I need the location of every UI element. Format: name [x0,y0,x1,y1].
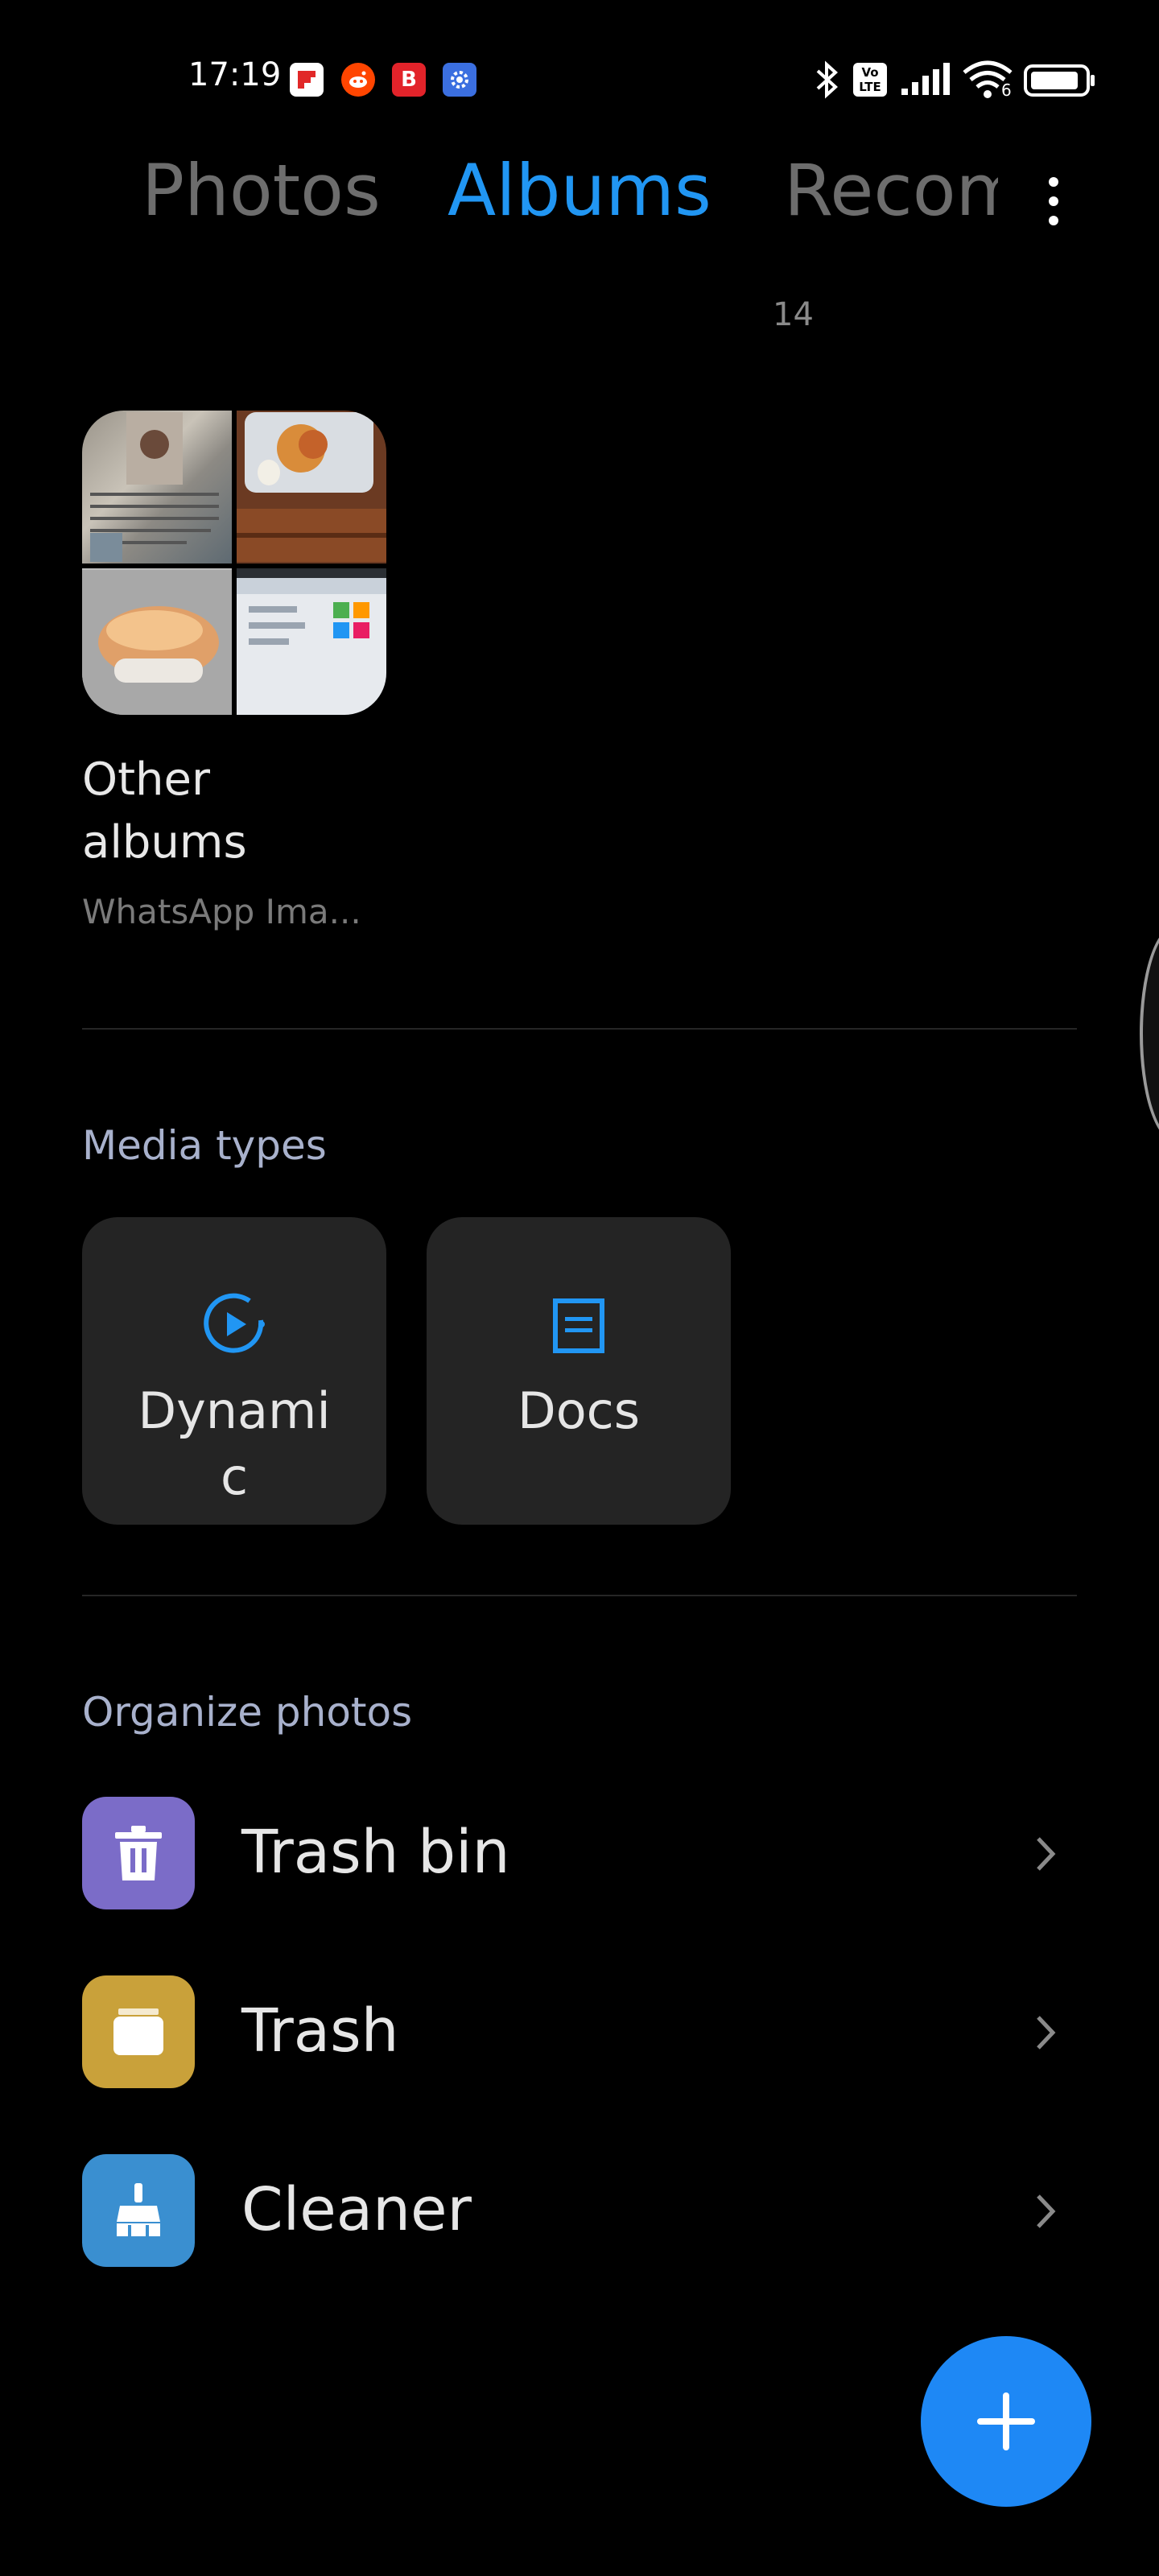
organize-item-label: Trash bin [241,1818,510,1887]
media-types-header: Media types [82,1122,327,1169]
organize-item-label: Cleaner [241,2175,472,2244]
divider [82,1028,1077,1030]
media-card-label: Docs [517,1381,641,1440]
thumbnail-document-photo [82,411,232,564]
organize-photos-header: Organize photos [82,1689,413,1736]
chevron-right-icon [1030,2191,1062,2231]
album-thumbnail-other-albums[interactable] [82,411,386,715]
divider [82,1595,1077,1596]
bluetooth-icon [808,60,845,103]
tab-albums[interactable]: Albums [448,147,711,235]
play-circle-icon [200,1290,269,1362]
reddit-icon [341,63,375,97]
organize-item-trash-bin[interactable]: Trash bin [82,1797,1077,1909]
document-icon [549,1296,608,1359]
media-card-docs[interactable]: Docs [427,1217,731,1525]
more-options-icon[interactable] [1041,169,1066,233]
wifi-icon: 6 [961,60,1014,103]
sidebar-edge-handle[interactable] [1140,926,1159,1141]
plus-icon [977,2392,1035,2450]
trash-bin-icon [82,1797,195,1909]
album-count: 14 [773,296,814,333]
add-album-button[interactable] [921,2336,1091,2507]
signal-icon [900,61,950,100]
media-card-dynamic[interactable]: Dynami c [82,1217,386,1525]
organize-item-label: Trash [241,1996,399,2066]
thumbnail-bread-photo [82,568,232,715]
tab-photos[interactable]: Photos [142,147,381,235]
battery-icon [1024,64,1096,100]
album-subtitle: WhatsApp Ima... [82,892,361,931]
album-title[interactable]: Other albums [82,749,356,874]
status-bar: 17:19 B Vo LTE 6 [0,0,1159,137]
thumbnail-food-plate-photo [237,411,386,564]
settings-app-icon [443,63,476,97]
organize-item-trash[interactable]: Trash [82,1975,1077,2088]
chevron-right-icon [1030,2013,1062,2053]
status-time: 17:19 [188,56,282,93]
organize-item-cleaner[interactable]: Cleaner [82,2154,1077,2267]
tab-bar: Photos Albums Recommended [0,137,1159,266]
trash-icon [82,1975,195,2088]
thumbnail-screen-photo [237,568,386,715]
tab-recommended[interactable]: Recommended [784,147,998,235]
broom-icon [82,2154,195,2267]
wifi-badge: 6 [1001,80,1012,100]
media-card-label: Dynami c [138,1381,331,1506]
flipboard-icon [290,63,324,97]
volte-icon: Vo LTE [853,63,887,97]
chevron-right-icon [1030,1834,1062,1874]
b-app-icon: B [392,63,426,97]
